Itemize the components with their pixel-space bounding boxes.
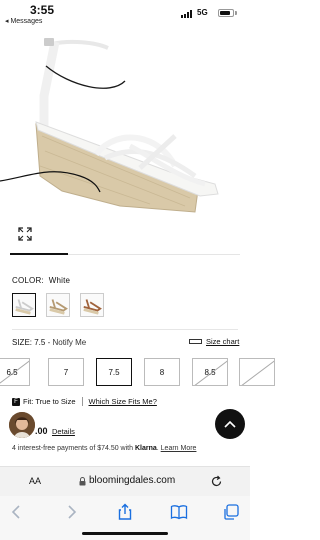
details-link[interactable]: Details (52, 427, 75, 436)
clock: 3:55 (30, 3, 55, 17)
address-bar[interactable]: AA bloomingdales.com (0, 466, 250, 496)
size-option-partial[interactable] (239, 358, 275, 386)
chat-avatar[interactable] (9, 412, 35, 438)
forward-icon[interactable] (62, 503, 80, 521)
sandal-illustration (0, 38, 219, 213)
carousel-track (68, 254, 240, 255)
back-to-messages-link[interactable]: ◂ Messages (5, 17, 42, 25)
size-label: SIZE: 7.5 (12, 338, 46, 347)
swatch-natural[interactable] (46, 293, 70, 317)
swatch-tan[interactable] (80, 293, 104, 317)
status-bar: 3:55 ◂ Messages 5G (0, 0, 250, 26)
klarna-brand: Klarna (134, 445, 157, 452)
battery-fill (220, 11, 230, 15)
price: .00 (35, 426, 48, 436)
color-selector-label: COLOR: White (12, 276, 70, 285)
share-icon[interactable] (116, 503, 134, 521)
chevron-up-icon (224, 420, 236, 428)
klarna-info: 4 interest-free payments of $74.50 with … (12, 445, 196, 452)
reader-aa-button[interactable]: AA (29, 476, 41, 486)
expand-icon[interactable] (17, 226, 33, 242)
size-option-8-5[interactable]: 8.5 (192, 358, 228, 386)
battery-tip (235, 11, 237, 15)
notify-me-text: - Notify Me (45, 338, 87, 347)
fit-separator (81, 397, 83, 406)
url-domain: bloomingdales.com (89, 475, 176, 486)
ruler-icon (189, 339, 202, 344)
product-image[interactable] (0, 26, 250, 226)
fit-text: Fit: True to Size (23, 397, 76, 406)
lock-icon (79, 477, 86, 486)
swatch-white[interactable] (12, 293, 36, 317)
size-chart-label: Size chart (206, 337, 240, 346)
color-value: White (48, 276, 71, 285)
section-divider (12, 329, 238, 330)
color-label: COLOR: (12, 276, 44, 285)
klarna-prefix: 4 interest-free payments of $74.50 with (12, 445, 135, 452)
learn-more-link[interactable]: Learn More (161, 445, 197, 452)
size-option-6-5[interactable]: 6.5 (0, 358, 30, 386)
size-options: 6.5 7 7.5 8 8.5 (0, 358, 275, 386)
battery-icon (218, 9, 234, 17)
signal-icon (181, 10, 194, 18)
network-label: 5G (197, 8, 208, 17)
home-indicator (82, 532, 168, 535)
size-option-8[interactable]: 8 (144, 358, 180, 386)
size-option-7[interactable]: 7 (48, 358, 84, 386)
fit-icon: F (12, 397, 20, 406)
which-size-link[interactable]: Which Size Fits Me? (89, 397, 157, 406)
size-option-7-5[interactable]: 7.5 (96, 358, 132, 386)
scroll-to-top-button[interactable] (215, 409, 245, 439)
reload-icon[interactable] (210, 475, 223, 488)
size-selector-label: SIZE: 7.5 - Notify Me (12, 338, 86, 347)
bookmarks-icon[interactable] (170, 503, 188, 521)
back-icon[interactable] (8, 503, 26, 521)
fit-info: F Fit: True to Size Which Size Fits Me? (12, 397, 157, 406)
carousel-progress (10, 253, 68, 255)
tabs-icon[interactable] (222, 503, 240, 521)
size-chart-link[interactable]: Size chart (189, 337, 239, 346)
